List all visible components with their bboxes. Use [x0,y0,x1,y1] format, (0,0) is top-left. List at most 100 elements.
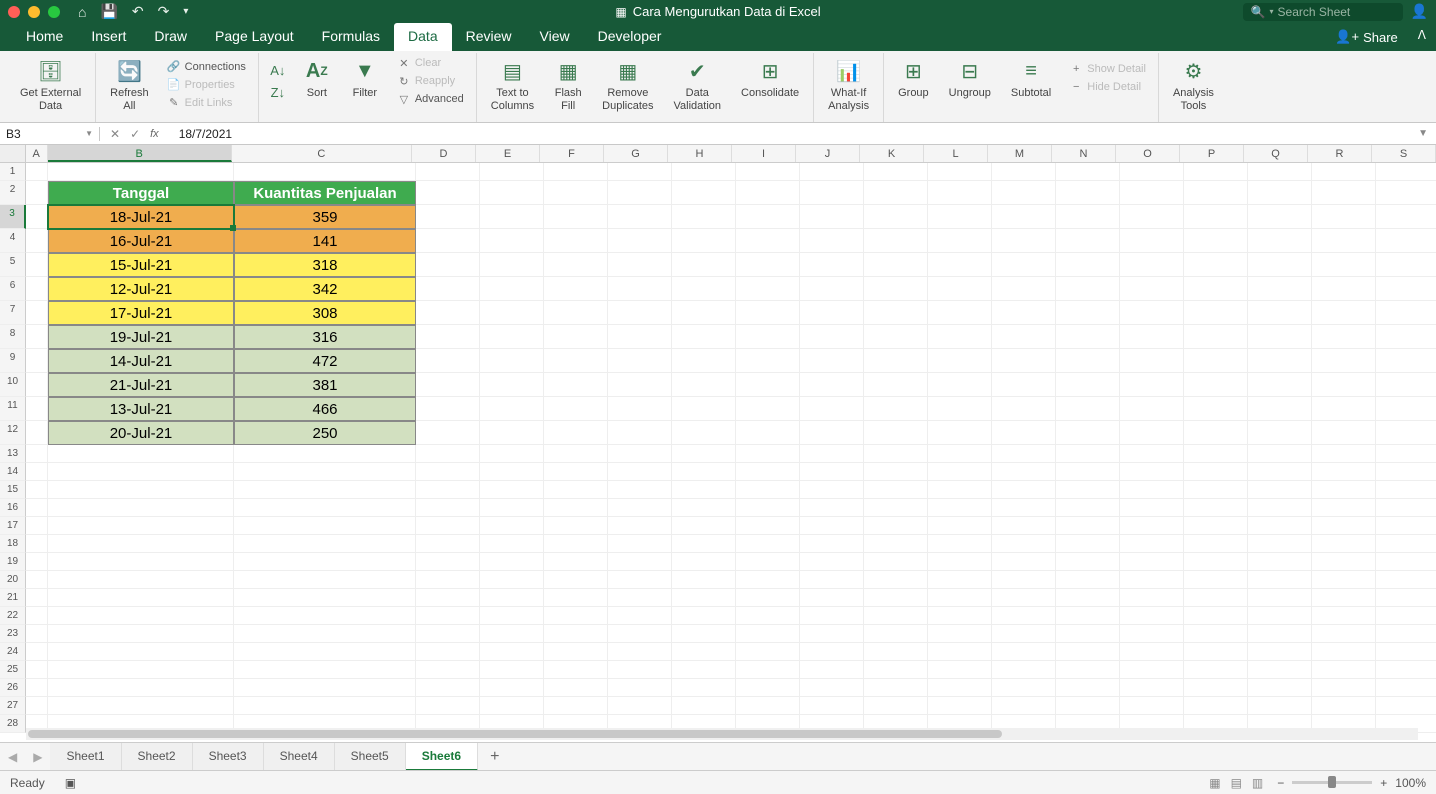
cell-O26[interactable] [1120,679,1184,697]
cell-C25[interactable] [234,661,416,679]
cell-P17[interactable] [1184,517,1248,535]
share-button[interactable]: 👤+ Share [1325,23,1407,51]
cell-F7[interactable] [544,301,608,325]
cell-C22[interactable] [234,607,416,625]
cell-K23[interactable] [864,625,928,643]
row-header-19[interactable]: 19 [0,553,26,571]
cell-F9[interactable] [544,349,608,373]
cell-B11[interactable]: 13-Jul-21 [48,397,234,421]
cell-J20[interactable] [800,571,864,589]
cell-S7[interactable] [1376,301,1436,325]
cell-O27[interactable] [1120,697,1184,715]
cell-E11[interactable] [480,397,544,421]
col-header-L[interactable]: L [924,145,988,162]
cell-R24[interactable] [1312,643,1376,661]
cell-L8[interactable] [928,325,992,349]
cell-Q17[interactable] [1248,517,1312,535]
cell-J22[interactable] [800,607,864,625]
cell-R18[interactable] [1312,535,1376,553]
tab-formulas[interactable]: Formulas [308,23,394,51]
cell-Q5[interactable] [1248,253,1312,277]
cell-D18[interactable] [416,535,480,553]
cell-J21[interactable] [800,589,864,607]
cell-N18[interactable] [1056,535,1120,553]
cell-L3[interactable] [928,205,992,229]
cell-S25[interactable] [1376,661,1436,679]
cell-F25[interactable] [544,661,608,679]
cell-E21[interactable] [480,589,544,607]
row-header-16[interactable]: 16 [0,499,26,517]
cell-R8[interactable] [1312,325,1376,349]
cell-C8[interactable]: 316 [234,325,416,349]
flash-fill-button[interactable]: ▦Flash Fill [550,55,586,114]
cell-N2[interactable] [1056,181,1120,205]
row-header-3[interactable]: 3 [0,205,26,229]
horizontal-scrollbar[interactable] [26,728,1418,740]
cell-G14[interactable] [608,463,672,481]
cell-J13[interactable] [800,445,864,463]
cell-K26[interactable] [864,679,928,697]
cell-N24[interactable] [1056,643,1120,661]
row-header-10[interactable]: 10 [0,373,26,397]
cell-R11[interactable] [1312,397,1376,421]
cell-R27[interactable] [1312,697,1376,715]
select-all-corner[interactable] [0,145,26,162]
cell-G24[interactable] [608,643,672,661]
cell-R9[interactable] [1312,349,1376,373]
cell-M1[interactable] [992,163,1056,181]
cell-L9[interactable] [928,349,992,373]
cell-G13[interactable] [608,445,672,463]
cell-K3[interactable] [864,205,928,229]
cell-B26[interactable] [48,679,234,697]
cell-A11[interactable] [26,397,48,421]
cell-N27[interactable] [1056,697,1120,715]
cell-P26[interactable] [1184,679,1248,697]
cell-A7[interactable] [26,301,48,325]
cell-O16[interactable] [1120,499,1184,517]
cell-M4[interactable] [992,229,1056,253]
cell-A3[interactable] [26,205,48,229]
cell-M10[interactable] [992,373,1056,397]
cell-C15[interactable] [234,481,416,499]
cell-J4[interactable] [800,229,864,253]
cell-G1[interactable] [608,163,672,181]
cell-M25[interactable] [992,661,1056,679]
zoom-slider[interactable] [1292,781,1372,784]
cell-G15[interactable] [608,481,672,499]
cell-F5[interactable] [544,253,608,277]
cell-F15[interactable] [544,481,608,499]
cell-Q25[interactable] [1248,661,1312,679]
cell-C20[interactable] [234,571,416,589]
cell-H18[interactable] [672,535,736,553]
cell-A17[interactable] [26,517,48,535]
cell-J7[interactable] [800,301,864,325]
tab-page-layout[interactable]: Page Layout [201,23,308,51]
cell-L10[interactable] [928,373,992,397]
cell-S2[interactable] [1376,181,1436,205]
cell-B27[interactable] [48,697,234,715]
cell-A8[interactable] [26,325,48,349]
cell-R12[interactable] [1312,421,1376,445]
cell-H20[interactable] [672,571,736,589]
cell-H12[interactable] [672,421,736,445]
macro-record-icon[interactable]: ▣ [65,776,76,790]
cell-S1[interactable] [1376,163,1436,181]
cell-F21[interactable] [544,589,608,607]
cell-H19[interactable] [672,553,736,571]
cell-J10[interactable] [800,373,864,397]
zoom-thumb[interactable] [1328,776,1336,788]
col-header-I[interactable]: I [732,145,796,162]
row-header-11[interactable]: 11 [0,397,26,421]
row-header-28[interactable]: 28 [0,715,26,733]
cell-O21[interactable] [1120,589,1184,607]
row-header-26[interactable]: 26 [0,679,26,697]
cell-A12[interactable] [26,421,48,445]
cell-K1[interactable] [864,163,928,181]
cell-H25[interactable] [672,661,736,679]
cell-A5[interactable] [26,253,48,277]
cell-Q19[interactable] [1248,553,1312,571]
row-header-7[interactable]: 7 [0,301,26,325]
cell-A1[interactable] [26,163,48,181]
row-header-24[interactable]: 24 [0,643,26,661]
cell-R23[interactable] [1312,625,1376,643]
